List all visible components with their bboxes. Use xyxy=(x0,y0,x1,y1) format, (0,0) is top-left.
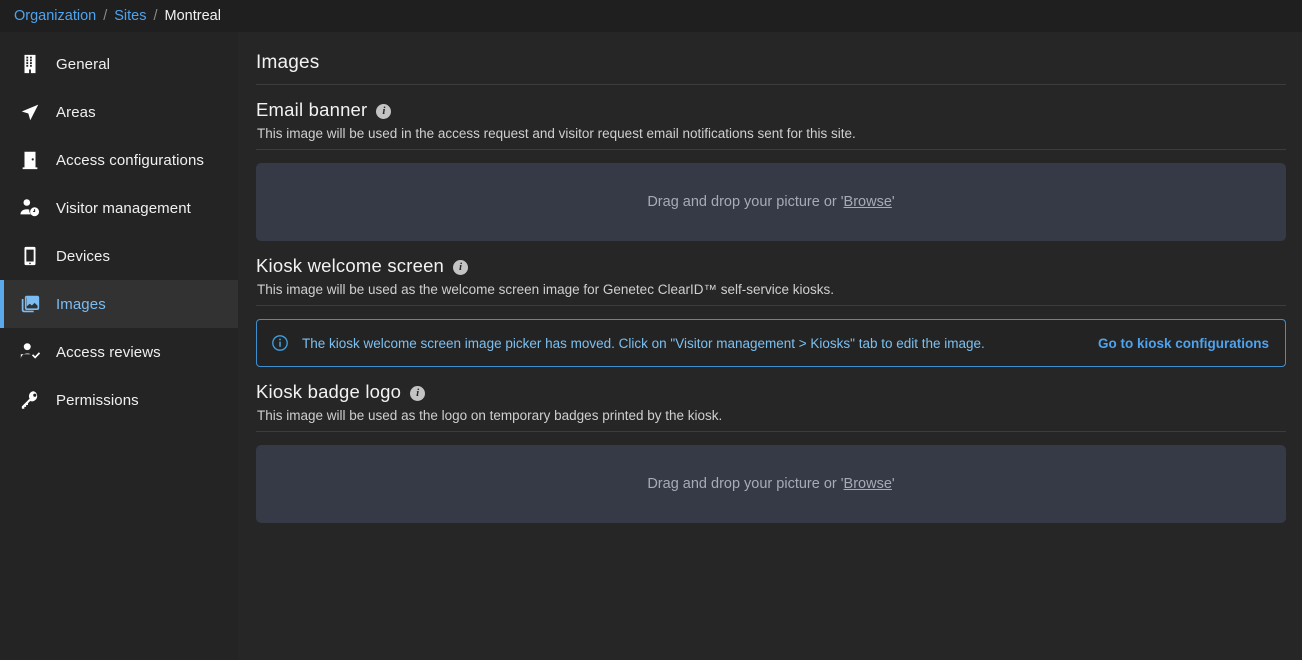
info-circle-icon xyxy=(271,334,289,352)
sidebar-item-general[interactable]: General xyxy=(0,40,238,88)
breadcrumb-item-montreal: Montreal xyxy=(165,8,221,24)
sidebar-item-label: Permissions xyxy=(56,392,139,409)
section-title: Kiosk badge logo xyxy=(256,381,401,403)
section-title: Kiosk welcome screen xyxy=(256,255,444,277)
divider xyxy=(256,431,1286,432)
sidebar-item-devices[interactable]: Devices xyxy=(0,232,238,280)
sidebar-item-label: Visitor management xyxy=(56,200,191,217)
dropzone-prefix: Drag and drop your picture or ' xyxy=(647,194,843,210)
sidebar-item-visitor-management[interactable]: Visitor management xyxy=(0,184,238,232)
breadcrumb-item-sites[interactable]: Sites xyxy=(114,8,146,24)
section-header: Kiosk badge logo i xyxy=(256,381,1286,403)
section-header: Kiosk welcome screen i xyxy=(256,255,1286,277)
info-icon[interactable]: i xyxy=(376,104,391,119)
dropzone-suffix: ' xyxy=(892,194,895,210)
dropzone-text: Drag and drop your picture or 'Browse' xyxy=(647,476,894,492)
section-kiosk-welcome-screen: Kiosk welcome screen i This image will b… xyxy=(256,241,1286,367)
sidebar-item-label: Devices xyxy=(56,248,110,265)
sidebar-item-label: Images xyxy=(56,296,106,313)
section-title: Email banner xyxy=(256,99,367,121)
breadcrumb-separator: / xyxy=(154,8,158,24)
section-description: This image will be used as the welcome s… xyxy=(256,277,1286,305)
info-icon[interactable]: i xyxy=(410,386,425,401)
sidebar: General Areas Access configurations xyxy=(0,32,238,660)
navigation-arrow-icon xyxy=(18,100,42,124)
section-email-banner: Email banner i This image will be used i… xyxy=(256,85,1286,241)
breadcrumb-separator: / xyxy=(103,8,107,24)
breadcrumb-item-organization[interactable]: Organization xyxy=(14,8,96,24)
go-to-kiosk-configurations-link[interactable]: Go to kiosk configurations xyxy=(1098,336,1269,351)
sidebar-item-label: General xyxy=(56,56,110,73)
dropzone-prefix: Drag and drop your picture or ' xyxy=(647,476,843,492)
content-area: Images Email banner i This image will be… xyxy=(238,32,1302,660)
door-icon xyxy=(18,148,42,172)
browse-link[interactable]: Browse xyxy=(844,476,892,492)
sidebar-item-label: Access reviews xyxy=(56,344,161,361)
sidebar-item-areas[interactable]: Areas xyxy=(0,88,238,136)
section-kiosk-badge-logo: Kiosk badge logo i This image will be us… xyxy=(256,367,1286,523)
mobile-device-icon xyxy=(18,244,42,268)
breadcrumb: Organization / Sites / Montreal xyxy=(0,0,1302,32)
sidebar-item-images[interactable]: Images xyxy=(0,280,238,328)
main-body: General Areas Access configurations xyxy=(0,32,1302,660)
section-header: Email banner i xyxy=(256,99,1286,121)
sidebar-item-label: Areas xyxy=(56,104,96,121)
section-description: This image will be used in the access re… xyxy=(256,121,1286,149)
app-window: Organization / Sites / Montreal General … xyxy=(0,0,1302,660)
kiosk-moved-banner: The kiosk welcome screen image picker ha… xyxy=(256,319,1286,367)
person-clock-icon xyxy=(18,196,42,220)
info-icon[interactable]: i xyxy=(453,260,468,275)
banner-message: The kiosk welcome screen image picker ha… xyxy=(302,336,1085,351)
divider xyxy=(256,305,1286,306)
photos-icon xyxy=(18,292,42,316)
sidebar-item-access-configurations[interactable]: Access configurations xyxy=(0,136,238,184)
building-icon xyxy=(18,52,42,76)
key-icon xyxy=(18,388,42,412)
kiosk-badge-logo-dropzone[interactable]: Drag and drop your picture or 'Browse' xyxy=(256,445,1286,523)
email-banner-dropzone[interactable]: Drag and drop your picture or 'Browse' xyxy=(256,163,1286,241)
page-title: Images xyxy=(256,52,1286,84)
browse-link[interactable]: Browse xyxy=(844,194,892,210)
sidebar-item-label: Access configurations xyxy=(56,152,204,169)
sidebar-item-access-reviews[interactable]: Access reviews xyxy=(0,328,238,376)
dropzone-text: Drag and drop your picture or 'Browse' xyxy=(647,194,894,210)
person-check-icon xyxy=(18,340,42,364)
divider xyxy=(256,149,1286,150)
section-description: This image will be used as the logo on t… xyxy=(256,403,1286,431)
dropzone-suffix: ' xyxy=(892,476,895,492)
sidebar-item-permissions[interactable]: Permissions xyxy=(0,376,238,424)
